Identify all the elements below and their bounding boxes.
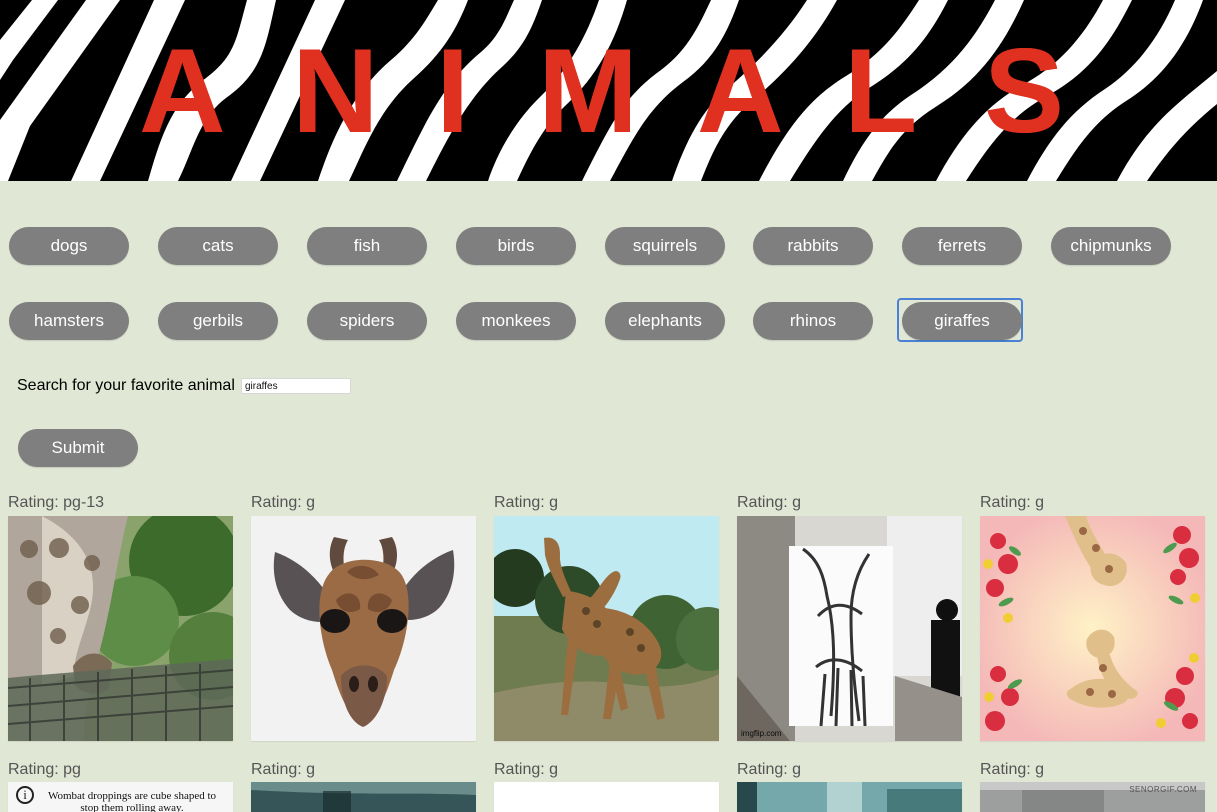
info-icon: i [16,786,34,804]
cartoon-giraffes-image [980,516,1205,741]
cats-button[interactable]: cats [158,227,278,265]
watermark-label: imgflip.com [741,729,782,738]
rating-label: Rating: g [251,494,316,511]
giraffes-button[interactable]: giraffes [902,302,1022,340]
gerbils-button[interactable]: gerbils [158,302,278,340]
squirrels-button[interactable]: squirrels [605,227,725,265]
rating-label: Rating: g [980,761,1045,778]
rabbits-button[interactable]: rabbits [753,227,873,265]
submit-button[interactable]: Submit [18,429,138,467]
fish-button[interactable]: fish [307,227,427,265]
ferrets-button[interactable]: ferrets [902,227,1022,265]
rating-label: Rating: pg-13 [8,494,105,511]
giraffe-gif-thumbnail[interactable]: SENORGIF.COM [980,782,1205,812]
aquarium-crop-image [737,782,962,812]
giraffe-gif-thumbnail[interactable] [980,516,1205,741]
animal-search-input[interactable] [241,378,351,394]
rating-label: Rating: g [251,761,316,778]
rating-label: Rating: g [980,494,1045,511]
spiders-button[interactable]: spiders [307,302,427,340]
giraffes-field-image [494,516,719,741]
animal-category-buttons: dogs cats fish birds squirrels rabbits f… [0,0,1217,360]
monkees-button[interactable]: monkees [456,302,576,340]
rating-label: Rating: g [494,494,559,511]
chipmunks-button[interactable]: chipmunks [1051,227,1171,265]
birds-button[interactable]: birds [456,227,576,265]
giraffe-gif-thumbnail[interactable]: imgflip.com [737,516,962,741]
giraffe-face-image [251,516,476,741]
giraffe-gif-thumbnail[interactable] [494,516,719,741]
rating-label: Rating: g [737,494,802,511]
search-label: Search for your favorite animal [17,377,235,394]
giraffe-drawing-street-image: imgflip.com [737,516,962,741]
rating-label: Rating: g [737,761,802,778]
rating-label: Rating: g [494,761,559,778]
giraffe-gif-thumbnail[interactable] [494,782,719,812]
giraffe-gif-thumbnail[interactable] [251,782,476,812]
giraffe-head-trees-image [8,516,233,741]
giraffe-gif-thumbnail[interactable] [737,782,962,812]
rhinos-button[interactable]: rhinos [753,302,873,340]
dogs-button[interactable]: dogs [9,227,129,265]
hamsters-button[interactable]: hamsters [9,302,129,340]
giraffe-gif-thumbnail[interactable] [8,516,233,741]
rating-label: Rating: pg [8,761,81,778]
giraffe-gif-thumbnail[interactable] [251,516,476,741]
watermark-label: SENORGIF.COM [1129,785,1197,794]
wombat-caption: Wombat droppings are cube shaped to stop… [47,790,217,812]
teal-crop-image [251,782,476,812]
elephants-button[interactable]: elephants [605,302,725,340]
text-gif-thumbnail[interactable]: i Wombat droppings are cube shaped to st… [8,782,233,812]
